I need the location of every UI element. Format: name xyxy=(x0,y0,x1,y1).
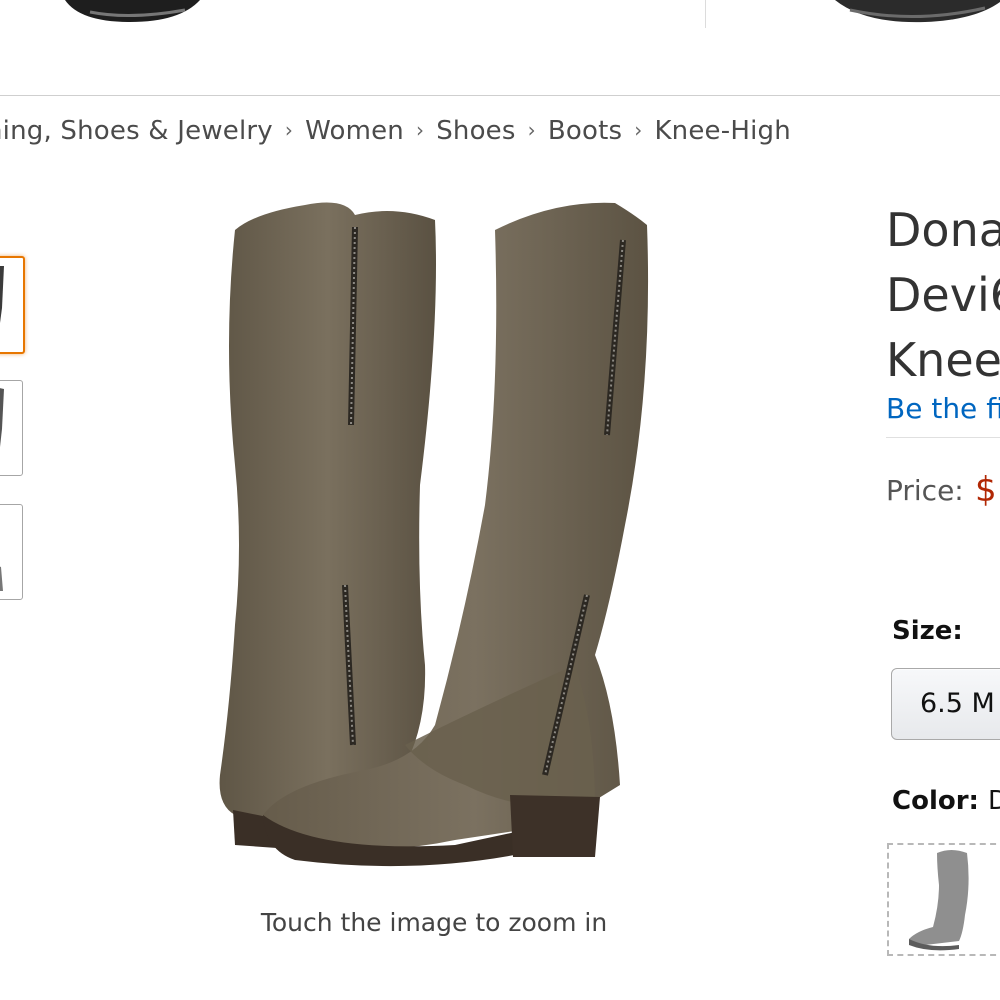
chevron-right-icon: › xyxy=(415,118,425,142)
color-swatch[interactable] xyxy=(887,843,1000,956)
alt-image-thumb-3[interactable] xyxy=(0,504,23,600)
color-label: Color: D xyxy=(892,786,1000,816)
chevron-right-icon: › xyxy=(634,118,643,142)
breadcrumb-item-category[interactable]: ning, Shoes & Jewelry xyxy=(0,116,273,146)
product-title-line-3: Knee xyxy=(886,333,1000,387)
write-review-link[interactable]: Be the fi xyxy=(886,392,1000,425)
related-products-strip xyxy=(0,0,1000,96)
color-value: D xyxy=(988,786,1000,816)
related-product-thumb-right[interactable] xyxy=(835,0,1000,28)
chevron-right-icon: › xyxy=(284,118,294,142)
related-product-thumb-left[interactable] xyxy=(60,0,210,28)
left-boot xyxy=(219,202,436,850)
strip-divider xyxy=(705,0,706,28)
price-label: Price: xyxy=(886,474,964,507)
section-divider xyxy=(886,437,1000,438)
zoom-hint-text: Touch the image to zoom in xyxy=(260,908,608,937)
price-value: $ xyxy=(975,470,997,510)
alt-image-thumb-1[interactable] xyxy=(0,256,25,354)
alt-image-thumb-2[interactable] xyxy=(0,380,23,476)
color-swatch-boot-image xyxy=(909,850,969,951)
breadcrumb-item-women[interactable]: Women xyxy=(305,116,404,146)
breadcrumb-item-knee-high[interactable]: Knee-High xyxy=(654,116,790,146)
product-title-line-1: Dona xyxy=(886,203,1000,257)
chevron-right-icon: › xyxy=(527,118,536,142)
size-select-button[interactable]: 6.5 M xyxy=(891,668,1000,740)
size-label: Size: xyxy=(892,616,963,646)
breadcrumb-item-boots[interactable]: Boots xyxy=(548,116,622,146)
breadcrumb: ning, Shoes & Jewelry › Women › Shoes › Boots ›… xyxy=(0,116,791,146)
main-product-image[interactable] xyxy=(195,185,675,885)
breadcrumb-item-shoes[interactable]: Shoes xyxy=(436,116,515,146)
product-title-line-2: Devi6 xyxy=(886,268,1000,322)
color-label-text: Color: xyxy=(892,786,979,816)
